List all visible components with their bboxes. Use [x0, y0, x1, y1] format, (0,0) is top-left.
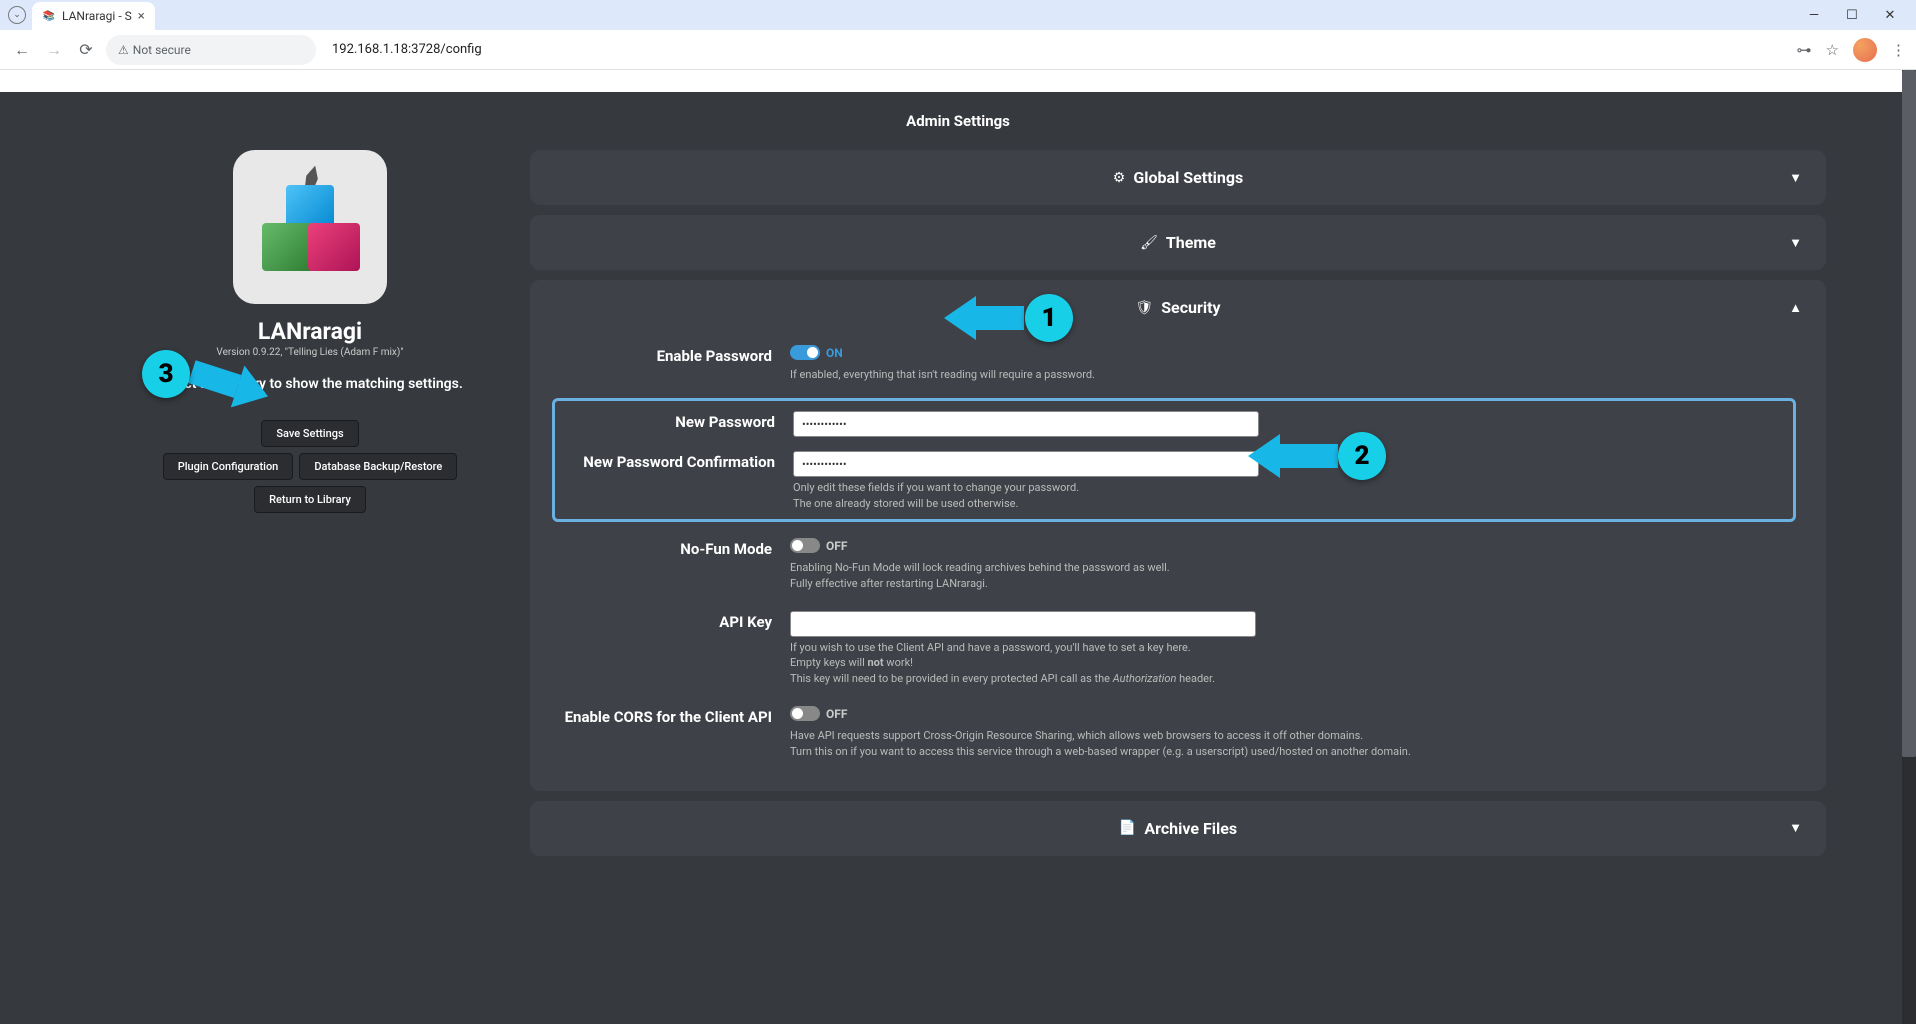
enable-password-toggle[interactable]: ON [790, 345, 843, 360]
setting-nofun: No-Fun Mode OFF Enabling No-Fun Mode wil… [560, 538, 1796, 591]
accordion-header-security[interactable]: 🛡 Security ▲ [530, 280, 1826, 335]
accordion-archive: 📄 Archive Files ▼ [530, 801, 1826, 856]
setting-label: New Password [563, 411, 793, 437]
accordion-header-global[interactable]: ⚙ Global Settings ▼ [530, 150, 1826, 205]
accordion-global: ⚙ Global Settings ▼ [530, 150, 1826, 205]
profile-avatar-icon[interactable] [1853, 38, 1877, 62]
annotation-arrow-2 [1248, 434, 1338, 478]
accordion-label: Archive Files [1144, 819, 1237, 838]
browser-chrome: ⌄ 📚 LANraragi - S × ― ☐ ✕ ← → ⟳ ⚠ Not se… [0, 0, 1916, 70]
scrollbar-thumb[interactable] [1902, 70, 1916, 757]
chevron-down-icon: ▼ [1789, 170, 1802, 186]
new-password-input[interactable] [793, 411, 1259, 437]
gear-icon: ⚙ [1113, 170, 1126, 186]
setting-cors: Enable CORS for the Client API OFF Have … [560, 706, 1796, 759]
accordion-label: Global Settings [1133, 168, 1243, 187]
cors-toggle[interactable]: OFF [790, 706, 847, 721]
password-key-icon[interactable]: ⊶ [1797, 41, 1812, 59]
setting-label: API Key [560, 611, 790, 686]
minimize-icon[interactable]: ― [1804, 8, 1824, 23]
accordion-security: 🛡 Security ▲ Enable Password ON [530, 280, 1826, 791]
annotation-circle-3: 3 [142, 350, 190, 398]
setting-label: New Password Confirmation [563, 451, 793, 511]
toggle-state: ON [826, 346, 843, 360]
chevron-down-icon: ▼ [1789, 820, 1802, 836]
accordion-theme: 🖌 Theme ▼ [530, 215, 1826, 270]
vertical-scrollbar[interactable] [1902, 70, 1916, 1024]
setting-label: Enable Password [560, 345, 790, 382]
page-body: Admin Settings LANraragi Version 0.9.22,… [0, 70, 1916, 1024]
setting-label: No-Fun Mode [560, 538, 790, 591]
accordion-label: Security [1161, 298, 1220, 317]
security-body: Enable Password ON If enabled, everythin… [530, 335, 1826, 791]
setting-desc: If enabled, everything that isn't readin… [790, 367, 1796, 382]
address-bar[interactable]: ⚠ Not secure [106, 35, 316, 65]
tab-favicon-icon: 📚 [42, 9, 56, 23]
bookmark-star-icon[interactable]: ☆ [1826, 41, 1839, 59]
tab-bar: ⌄ 📚 LANraragi - S × ― ☐ ✕ [0, 0, 1916, 30]
url-text: 192.168.1.18:3728/config [332, 42, 482, 57]
security-badge[interactable]: ⚠ Not secure [118, 43, 191, 57]
plugin-config-button[interactable]: Plugin Configuration [163, 453, 294, 480]
setting-desc: Enabling No-Fun Mode will lock reading a… [790, 560, 1796, 591]
accordion-header-theme[interactable]: 🖌 Theme ▼ [530, 215, 1826, 270]
forward-button[interactable]: → [42, 40, 66, 60]
browser-tab[interactable]: 📚 LANraragi - S × [32, 2, 155, 30]
sidebar: LANraragi Version 0.9.22, "Telling Lies … [90, 150, 530, 856]
app-logo [233, 150, 387, 304]
annotation-circle-2: 2 [1338, 432, 1386, 480]
file-icon: 📄 [1119, 820, 1136, 836]
setting-desc: Have API requests support Cross-Origin R… [790, 728, 1796, 759]
reload-button[interactable]: ⟳ [74, 40, 98, 59]
setting-desc: Only edit these fields if you want to ch… [793, 480, 1785, 511]
new-password-confirm-input[interactable] [793, 451, 1259, 477]
page-title: Admin Settings [90, 112, 1826, 130]
paintbrush-icon: 🖌 [1140, 235, 1158, 251]
setting-enable-password: Enable Password ON If enabled, everythin… [560, 345, 1796, 382]
annotation-circle-1: 1 [1025, 294, 1073, 342]
main-container: Admin Settings LANraragi Version 0.9.22,… [70, 92, 1846, 856]
tab-close-icon[interactable]: × [138, 9, 145, 24]
maximize-icon[interactable]: ☐ [1842, 8, 1862, 23]
chevron-down-icon: ▼ [1789, 235, 1802, 251]
tab-list-dropdown[interactable]: ⌄ [8, 6, 26, 24]
setting-api-key: API Key If you wish to use the Client AP… [560, 611, 1796, 686]
save-settings-button[interactable]: Save Settings [261, 420, 358, 447]
browser-toolbar: ← → ⟳ ⚠ Not secure 192.168.1.18:3728/con… [0, 30, 1916, 70]
accordion-header-archive[interactable]: 📄 Archive Files ▼ [530, 801, 1826, 856]
chevron-up-icon: ▲ [1789, 300, 1802, 316]
setting-label: Enable CORS for the Client API [560, 706, 790, 759]
settings-column: ⚙ Global Settings ▼ 🖌 Theme ▼ 🛡 [530, 150, 1826, 856]
return-library-button[interactable]: Return to Library [254, 486, 366, 513]
accordion-label: Theme [1166, 233, 1216, 252]
setting-desc: If you wish to use the Client API and ha… [790, 640, 1796, 686]
not-secure-label: Not secure [133, 43, 191, 57]
setting-new-password: New Password [563, 411, 1785, 437]
password-highlight-box: New Password New Password Confirmation [552, 398, 1796, 522]
white-strip [0, 70, 1916, 92]
app-name: LANraragi [100, 318, 520, 345]
db-backup-button[interactable]: Database Backup/Restore [299, 453, 457, 480]
warning-icon: ⚠ [118, 43, 129, 57]
annotation-arrow-1 [944, 296, 1024, 340]
toggle-state: OFF [826, 539, 847, 553]
api-key-input[interactable] [790, 611, 1256, 637]
setting-new-password-confirm: New Password Confirmation Only edit thes… [563, 451, 1785, 511]
nofun-toggle[interactable]: OFF [790, 538, 847, 553]
tab-title: LANraragi - S [62, 9, 132, 23]
kebab-menu-icon[interactable]: ⋮ [1891, 41, 1906, 59]
window-controls: ― ☐ ✕ [1804, 8, 1908, 23]
shield-icon: 🛡 [1135, 300, 1153, 316]
toggle-state: OFF [826, 707, 847, 721]
close-window-icon[interactable]: ✕ [1880, 8, 1900, 23]
back-button[interactable]: ← [10, 40, 34, 60]
